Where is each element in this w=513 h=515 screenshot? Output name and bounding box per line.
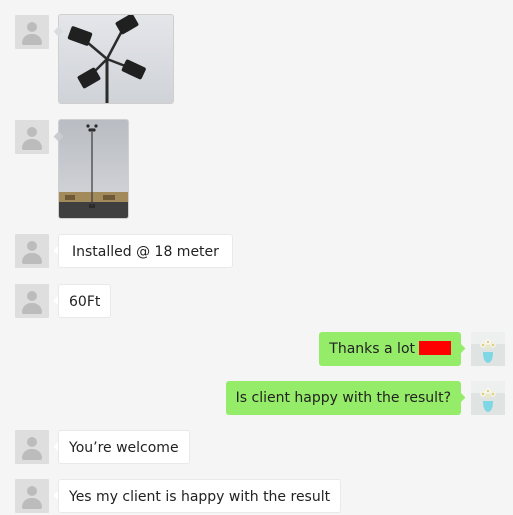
my-avatar[interactable] xyxy=(471,332,505,366)
light-pole-photo xyxy=(59,120,128,218)
message-text: Is client happy with the result? xyxy=(235,390,451,406)
avatar-head-shape xyxy=(27,291,37,301)
my-avatar[interactable] xyxy=(471,381,505,415)
contact-avatar[interactable] xyxy=(15,234,49,268)
outgoing-message[interactable]: Thanks a lot xyxy=(319,332,461,366)
avatar-head-shape xyxy=(27,127,37,137)
incoming-message[interactable]: Installed @ 18 meter xyxy=(58,234,233,268)
contact-avatar[interactable] xyxy=(15,284,49,318)
avatar-body-shape xyxy=(22,498,42,509)
incoming-message[interactable]: You’re welcome xyxy=(58,430,190,464)
light-fixture-photo xyxy=(59,15,173,103)
incoming-message[interactable]: 60Ft xyxy=(58,284,112,318)
avatar-body-shape xyxy=(22,139,42,150)
redacted-name-block xyxy=(419,341,451,355)
message-text: Thanks a lot xyxy=(329,341,415,357)
message-text: Installed @ 18 meter xyxy=(72,244,219,260)
contact-avatar[interactable] xyxy=(15,120,49,154)
message-text: You’re welcome xyxy=(69,440,179,456)
avatar-body-shape xyxy=(22,34,42,45)
image-message-light-fixture[interactable] xyxy=(58,14,174,104)
avatar-head-shape xyxy=(27,437,37,447)
contact-avatar[interactable] xyxy=(15,430,49,464)
avatar-head-shape xyxy=(27,241,37,251)
avatar-head-shape xyxy=(27,22,37,32)
outgoing-message[interactable]: Is client happy with the result? xyxy=(225,381,461,415)
message-text: 60Ft xyxy=(69,294,101,310)
contact-avatar[interactable] xyxy=(15,479,49,513)
flower-vase-avatar-image xyxy=(471,381,505,415)
avatar-body-shape xyxy=(22,303,42,314)
avatar-body-shape xyxy=(22,253,42,264)
message-text: Yes my client is happy with the result xyxy=(69,489,331,505)
contact-avatar[interactable] xyxy=(15,15,49,49)
incoming-message[interactable]: Yes my client is happy with the result xyxy=(58,479,342,513)
image-message-light-pole[interactable] xyxy=(58,119,129,219)
flower-vase-avatar-image xyxy=(471,332,505,366)
avatar-head-shape xyxy=(27,486,37,496)
avatar-body-shape xyxy=(22,449,42,460)
